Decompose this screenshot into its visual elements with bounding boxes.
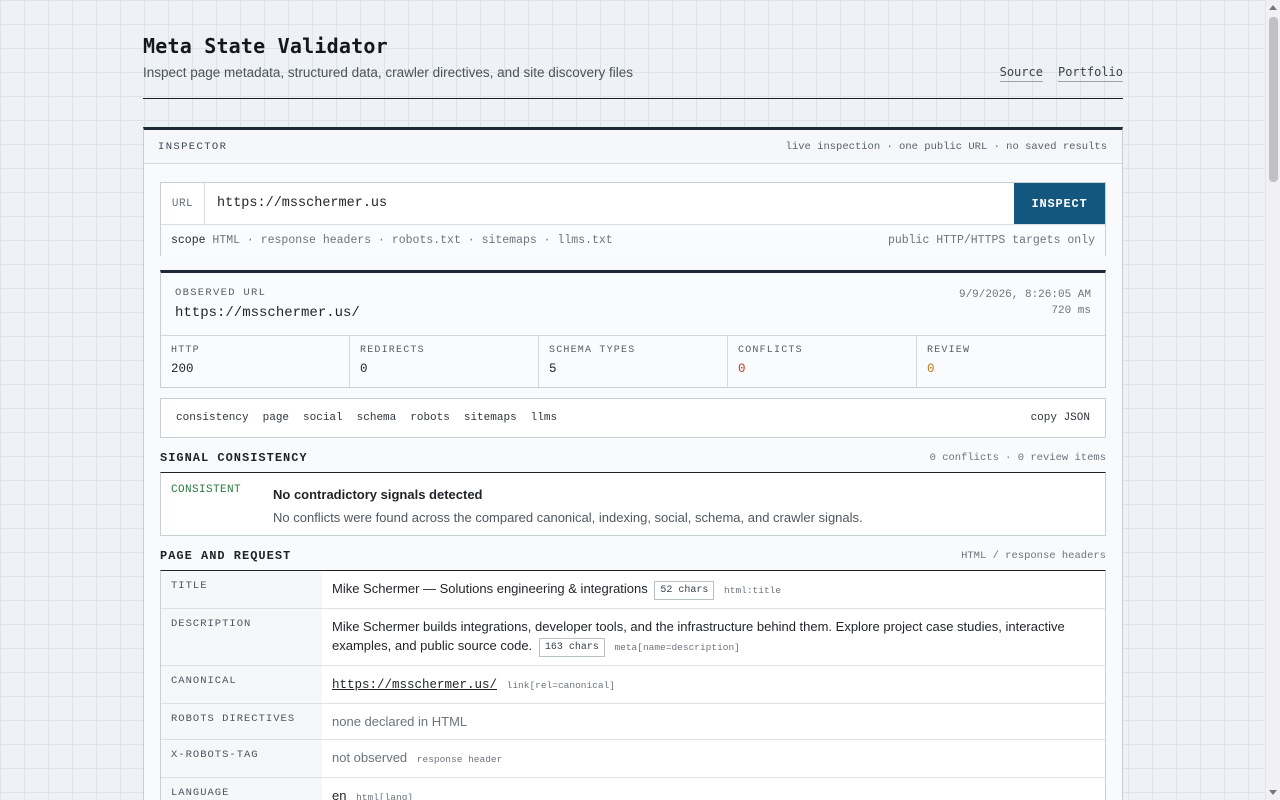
tab-consistency[interactable]: consistency	[169, 412, 256, 424]
row-value: Mike Schermer — Solutions engineering & …	[322, 571, 1105, 608]
consistency-text: No conflicts were found across the compa…	[273, 510, 863, 525]
char-count-badge: 163 chars	[538, 638, 605, 657]
stat-http: HTTP 200	[161, 336, 350, 387]
inspector-label: INSPECTOR	[158, 140, 228, 153]
scrollbar-thumb[interactable]	[1269, 17, 1278, 182]
consistency-body: No contradictory signals detected No con…	[273, 473, 863, 535]
stat-value: 5	[549, 362, 557, 376]
tab-llms[interactable]: llms	[524, 412, 564, 424]
table-row: X-ROBOTS-TAG not observed response heade…	[161, 740, 1105, 778]
row-value: https://msschermer.us/ link[rel=canonica…	[322, 666, 1105, 703]
observed-url: https://msschermer.us/	[175, 305, 360, 321]
tab-social[interactable]: social	[296, 412, 350, 424]
observed-label: OBSERVED URL	[175, 287, 267, 299]
inspect-button[interactable]: INSPECT	[1014, 183, 1105, 224]
stats-row: HTTP 200 REDIRECTS 0 SCHEMA TYPES 5 CONF…	[161, 336, 1105, 387]
inspector-header: INSPECTOR live inspection · one public U…	[144, 130, 1122, 164]
inspector-meta: live inspection · one public URL · no sa…	[785, 140, 1107, 153]
consistency-header: SIGNAL CONSISTENCY 0 conflicts · 0 revie…	[160, 450, 1106, 466]
stat-value: 0	[360, 362, 368, 376]
copy-json-button[interactable]: copy JSON	[1031, 412, 1097, 424]
stat-review: REVIEW 0	[917, 336, 1105, 387]
tab-page[interactable]: page	[256, 412, 296, 424]
source-tag: html:title	[724, 585, 782, 596]
page-subtitle: Inspect page metadata, structured data, …	[143, 65, 633, 80]
table-row: DESCRIPTION Mike Schermer builds integra…	[161, 609, 1105, 666]
scroll-up-icon[interactable]	[1269, 5, 1277, 10]
consistency-title: SIGNAL CONSISTENCY	[160, 451, 308, 465]
stat-value: 0	[927, 362, 935, 376]
xrobots-value: not observed	[332, 750, 408, 765]
row-value: Mike Schermer builds integrations, devel…	[322, 609, 1105, 665]
title-value: Mike Schermer — Solutions engineering & …	[332, 581, 648, 596]
table-row: TITLE Mike Schermer — Solutions engineer…	[161, 571, 1105, 609]
row-value: none declared in HTML	[322, 704, 1105, 739]
stat-label: REVIEW	[927, 345, 971, 356]
observed-summary: OBSERVED URL https://msschermer.us/ 9/9/…	[161, 273, 1105, 336]
table-row: LANGUAGE en html[lang]	[161, 778, 1105, 800]
source-tag: link[rel=canonical]	[506, 680, 615, 691]
row-key: ROBOTS DIRECTIVES	[161, 704, 322, 739]
observed-duration: 720 ms	[1051, 305, 1091, 317]
url-row: URL INSPECT	[161, 183, 1105, 225]
scope-label: scope	[171, 234, 206, 247]
scope-note: public HTTP/HTTPS targets only	[887, 234, 1095, 247]
portfolio-link[interactable]: Portfolio	[1057, 65, 1123, 82]
canonical-link[interactable]: https://msschermer.us/	[332, 678, 497, 692]
observed-timing: 9/9/2026, 8:26:05 AM 720 ms	[959, 287, 1091, 319]
stat-schema-types: SCHEMA TYPES 5	[539, 336, 728, 387]
row-key: CANONICAL	[161, 666, 322, 703]
page-header: Meta State Validator Inspect page metada…	[143, 34, 1123, 99]
page-request-header: PAGE AND REQUEST HTML / response headers	[160, 548, 1106, 564]
row-key: TITLE	[161, 571, 322, 608]
page-scrollbar[interactable]	[1265, 0, 1280, 800]
tab-sitemaps[interactable]: sitemaps	[457, 412, 524, 424]
tab-robots[interactable]: robots	[403, 412, 457, 424]
section-tabs: consistency page social schema robots si…	[160, 398, 1106, 438]
status-badge: CONSISTENT	[171, 484, 242, 496]
row-key: DESCRIPTION	[161, 609, 322, 665]
observed-timestamp: 9/9/2026, 8:26:05 AM	[958, 289, 1091, 301]
row-value: not observed response header	[322, 740, 1105, 777]
url-form: URL INSPECT scope HTML · response header…	[160, 182, 1106, 256]
stat-redirects: REDIRECTS 0	[350, 336, 539, 387]
language-value: en	[332, 788, 347, 800]
table-row: ROBOTS DIRECTIVES none declared in HTML	[161, 704, 1105, 740]
stat-label: SCHEMA TYPES	[549, 345, 636, 356]
scope-items: HTML · response headers · robots.txt · s…	[212, 234, 613, 247]
char-count-badge: 52 chars	[654, 581, 715, 600]
consistency-panel: CONSISTENT No contradictory signals dete…	[160, 472, 1106, 536]
observed-panel: OBSERVED URL https://msschermer.us/ 9/9/…	[160, 270, 1106, 388]
source-link[interactable]: Source	[999, 65, 1043, 82]
inspector-card: INSPECTOR live inspection · one public U…	[143, 127, 1123, 800]
scope-info: scope HTML · response headers · robots.t…	[171, 234, 613, 247]
page-request-table: TITLE Mike Schermer — Solutions engineer…	[160, 570, 1106, 800]
table-row: CANONICAL https://msschermer.us/ link[re…	[161, 666, 1105, 704]
consistency-heading: No contradictory signals detected	[273, 487, 483, 502]
tab-schema[interactable]: schema	[350, 412, 404, 424]
row-key: LANGUAGE	[161, 778, 322, 800]
consistency-meta: 0 conflicts · 0 review items	[929, 452, 1106, 464]
row-key: X-ROBOTS-TAG	[161, 740, 322, 777]
scope-row: scope HTML · response headers · robots.t…	[161, 225, 1105, 256]
scroll-down-icon[interactable]	[1269, 790, 1277, 795]
stat-value: 0	[738, 362, 746, 376]
page-request-meta: HTML / response headers	[961, 550, 1106, 562]
url-label: URL	[161, 183, 205, 224]
stat-label: CONFLICTS	[738, 345, 803, 356]
stat-label: REDIRECTS	[360, 345, 425, 356]
row-value: en html[lang]	[322, 778, 1105, 800]
page-request-title: PAGE AND REQUEST	[160, 549, 292, 563]
source-tag: response header	[416, 754, 503, 765]
source-tag: meta[name=description]	[614, 642, 740, 653]
stat-label: HTTP	[171, 345, 200, 356]
page-title: Meta State Validator	[143, 34, 388, 58]
stat-value: 200	[171, 362, 194, 376]
source-tag: html[lang]	[356, 792, 414, 800]
url-input[interactable]	[205, 183, 1014, 224]
robots-value: none declared in HTML	[332, 714, 468, 729]
top-nav: Source Portfolio	[999, 65, 1123, 82]
stat-conflicts: CONFLICTS 0	[728, 336, 917, 387]
